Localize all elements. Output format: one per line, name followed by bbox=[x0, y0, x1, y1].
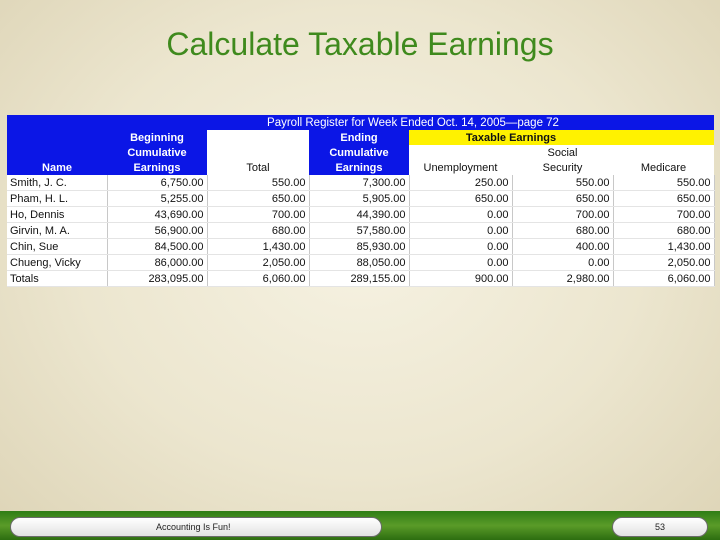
header-medicare: Medicare bbox=[613, 160, 714, 175]
table-row: Ho, Dennis 43,690.00 700.00 44,390.00 0.… bbox=[7, 206, 715, 223]
totals-row: Totals 283,095.00 6,060.00 289,155.00 90… bbox=[7, 270, 715, 287]
footer-text: Accounting Is Fun! bbox=[156, 522, 231, 532]
table-caption: Payroll Register for Week Ended Oct. 14,… bbox=[7, 115, 714, 130]
header-name: Name bbox=[7, 160, 107, 175]
slide-title: Calculate Taxable Earnings bbox=[166, 26, 554, 62]
footer-text-box: Accounting Is Fun! bbox=[10, 517, 382, 537]
header-beginning-line1: Beginning bbox=[107, 130, 207, 145]
page-number: 53 bbox=[612, 517, 708, 537]
header-taxable-earnings: Taxable Earnings bbox=[409, 130, 613, 145]
payroll-register-table: Payroll Register for Week Ended Oct. 14,… bbox=[7, 115, 715, 287]
table-row: Girvin, M. A. 56,900.00 680.00 57,580.00… bbox=[7, 222, 715, 239]
header-ending-line1: Ending bbox=[309, 130, 409, 145]
header-row-2: Cumulative Cumulative Social bbox=[7, 145, 714, 160]
header-unemployment: Unemployment bbox=[409, 160, 512, 175]
table-row: Chueng, Vicky 86,000.00 2,050.00 88,050.… bbox=[7, 254, 715, 271]
header-total: Total bbox=[207, 160, 309, 175]
header-row-1: Beginning Ending Taxable Earnings bbox=[7, 130, 714, 145]
table-row: Chin, Sue 84,500.00 1,430.00 85,930.00 0… bbox=[7, 238, 715, 255]
footer-bar: Accounting Is Fun! 53 bbox=[0, 511, 720, 540]
table-row: Smith, J. C. 6,750.00 550.00 7,300.00 25… bbox=[7, 175, 715, 191]
header-row-3: Name Earnings Total Earnings Unemploymen… bbox=[7, 160, 714, 175]
table-row: Pham, H. L. 5,255.00 650.00 5,905.00 650… bbox=[7, 190, 715, 207]
